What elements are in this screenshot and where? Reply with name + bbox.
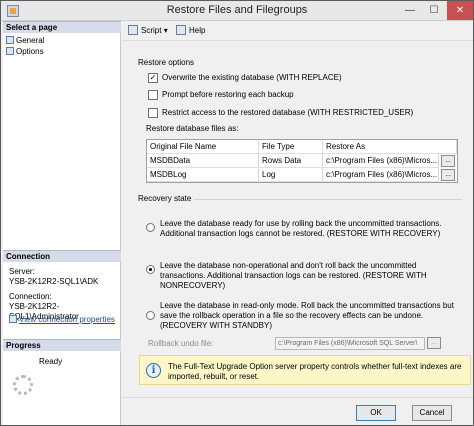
- script-label: Script: [141, 26, 162, 35]
- ok-button[interactable]: OK: [356, 405, 396, 421]
- page-label: General: [16, 36, 45, 45]
- restrict-access-label: Restrict access to the restored database…: [162, 108, 414, 117]
- page-label: Options: [16, 47, 44, 56]
- view-connection-properties[interactable]: View connection properties: [9, 315, 115, 325]
- table-cell[interactable]: Log: [259, 168, 323, 182]
- properties-icon: [9, 315, 17, 323]
- restore-files-header: Restore database files as:: [146, 124, 239, 133]
- prompt-label: Prompt before restoring each backup: [162, 90, 294, 99]
- script-button[interactable]: Script ▾: [128, 25, 168, 37]
- help-button[interactable]: Help: [176, 25, 205, 37]
- progress-header: Progress: [3, 339, 121, 351]
- nonrecovery-radio[interactable]: [146, 265, 155, 274]
- restore-files-grid: Original File Name File Type Restore As …: [146, 139, 458, 183]
- page-icon: [6, 47, 14, 55]
- server-value: YSB-2K12R2-SQL1\ADK: [9, 277, 99, 286]
- table-cell[interactable]: MSDBLog: [147, 168, 259, 182]
- recovery-radio[interactable]: [146, 223, 155, 232]
- table-cell[interactable]: c:\Program Files (x86)\Micros...: [323, 168, 439, 182]
- column-header[interactable]: Restore As: [323, 140, 457, 154]
- maximize-icon[interactable]: ☐: [421, 1, 447, 20]
- cancel-button[interactable]: Cancel: [412, 405, 452, 421]
- undo-browse-button[interactable]: ...: [427, 337, 441, 349]
- column-header[interactable]: Original File Name: [147, 140, 259, 154]
- page-icon: [6, 36, 14, 44]
- overwrite-label: Overwrite the existing database (WITH RE…: [162, 73, 342, 82]
- restrict-access-checkbox[interactable]: [148, 108, 158, 118]
- title-bar: Restore Files and Filegroups — ☐ ✕: [1, 1, 473, 21]
- progress-status: Ready: [39, 357, 63, 366]
- help-label: Help: [189, 26, 206, 35]
- rollback-undo-label: Rollback undo file:: [148, 339, 214, 348]
- close-icon[interactable]: ✕: [447, 1, 473, 20]
- minimize-icon[interactable]: —: [397, 1, 423, 20]
- table-cell[interactable]: Rows Data: [259, 154, 323, 168]
- restore-options-header: Restore options: [138, 58, 195, 67]
- toolbar: Script ▾ Help: [122, 21, 473, 41]
- prompt-checkbox[interactable]: [148, 90, 158, 100]
- page-item-options[interactable]: Options: [6, 46, 44, 57]
- divider: [194, 199, 462, 200]
- left-pane: Select a page General Options Connection…: [3, 21, 121, 425]
- dialog-footer: OK Cancel: [122, 397, 473, 425]
- options-page: Script ▾ Help Restore options ✓ Overwrit…: [122, 21, 473, 397]
- table-cell[interactable]: MSDBData: [147, 154, 259, 168]
- connection-label: Connection:: [9, 292, 52, 301]
- browse-button[interactable]: ...: [441, 169, 455, 181]
- overwrite-checkbox[interactable]: ✓: [148, 73, 158, 83]
- view-connection-link[interactable]: View connection properties: [19, 315, 115, 324]
- progress-spinner-icon: [13, 375, 33, 395]
- info-bar: i The Full-Text Upgrade Option server pr…: [139, 355, 471, 385]
- nonrecovery-label: Leave the database non-operational and d…: [160, 261, 427, 290]
- help-icon: [176, 25, 186, 35]
- info-text: The Full-Text Upgrade Option server prop…: [168, 362, 462, 381]
- select-page-header: Select a page: [3, 21, 121, 33]
- column-header[interactable]: File Type: [259, 140, 323, 154]
- table-cell[interactable]: c:\Program Files (x86)\Micros...: [323, 154, 439, 168]
- recovery-label: Leave the database ready for use by roll…: [160, 219, 442, 238]
- page-item-general[interactable]: General: [6, 35, 44, 46]
- recovery-state-header: Recovery state: [138, 194, 192, 203]
- server-label: Server:: [9, 267, 35, 276]
- script-icon: [128, 25, 138, 35]
- standby-radio[interactable]: [146, 311, 155, 320]
- browse-button[interactable]: ...: [441, 155, 455, 167]
- connection-header: Connection: [3, 250, 121, 262]
- chevron-down-icon[interactable]: ▾: [164, 26, 168, 35]
- info-icon: i: [146, 363, 161, 378]
- standby-label: Leave the database in read-only mode. Ro…: [160, 301, 454, 330]
- restore-dialog: Restore Files and Filegroups — ☐ ✕ Selec…: [0, 0, 474, 426]
- rollback-undo-input[interactable]: c:\Program Files (x86)\Microsoft SQL Ser…: [275, 337, 425, 350]
